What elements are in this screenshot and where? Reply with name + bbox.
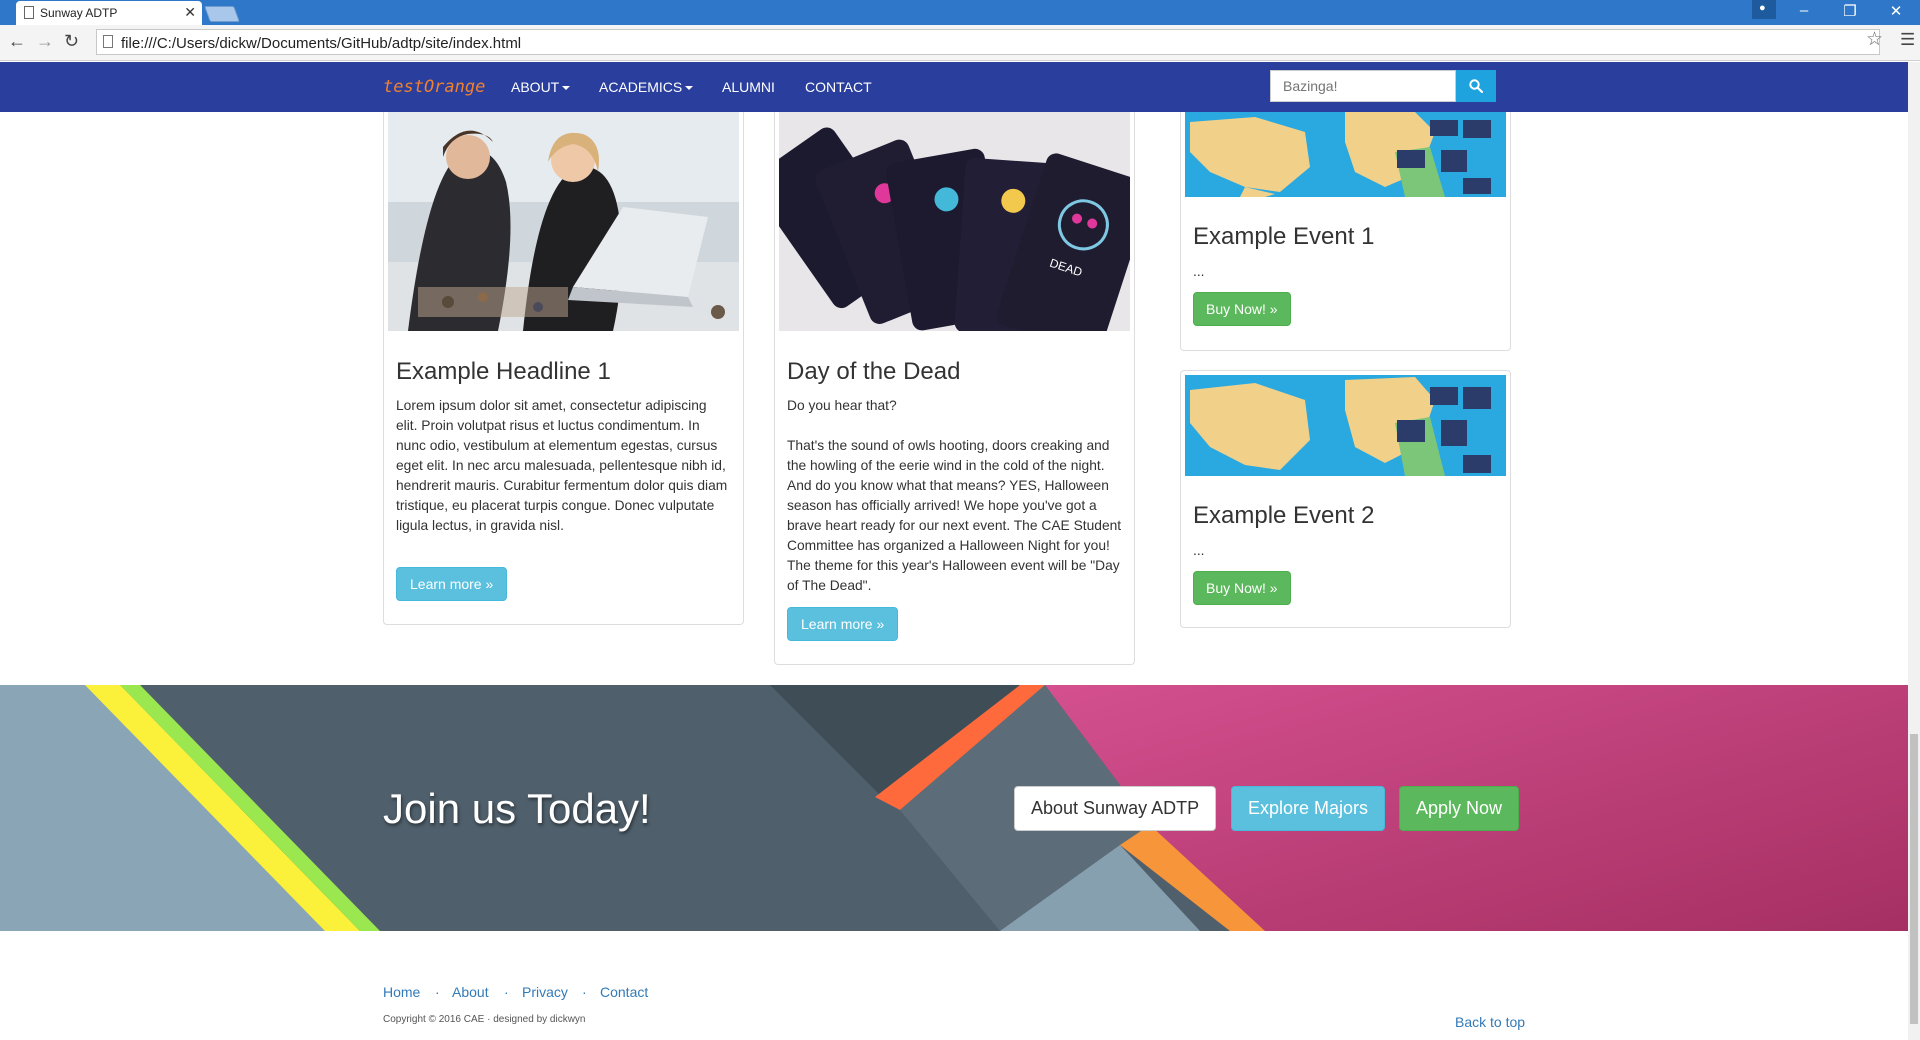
about-sunway-button[interactable]: About Sunway ADTP [1014, 786, 1217, 831]
event-card: Example Event 2 ... Buy Now! » [1180, 370, 1511, 628]
join-us-banner: Join us Today! About Sunway ADTP Explore… [0, 685, 1908, 931]
close-tab-icon[interactable]: ✕ [184, 4, 196, 21]
card-image-cards: DEAD [779, 112, 1130, 331]
copyright-text: Copyright © 2016 CAE · designed by dickw… [383, 1014, 586, 1025]
brand-logo[interactable]: testOrange [383, 77, 485, 97]
document-icon [24, 6, 34, 19]
forward-arrow-icon[interactable]: → [36, 31, 54, 52]
buy-now-button[interactable]: Buy Now! » [1193, 571, 1291, 605]
footer-link-contact[interactable]: Contact [600, 984, 648, 1000]
cta-title: Join us Today! [383, 785, 651, 832]
footer-separator: · [435, 984, 440, 1000]
event-map-image [1185, 375, 1506, 476]
nav-academics[interactable]: ACADEMICS [599, 79, 694, 95]
search-input[interactable] [1270, 70, 1456, 102]
browser-menu-icon[interactable]: ☰ [1900, 30, 1915, 50]
learn-more-button[interactable]: Learn more » [396, 567, 508, 601]
back-arrow-icon[interactable]: ← [8, 31, 26, 52]
new-tab-button[interactable] [204, 6, 240, 22]
search-button[interactable] [1456, 70, 1496, 102]
close-window-button[interactable]: ✕ [1873, 2, 1919, 20]
event-text: ... [1193, 264, 1205, 279]
restore-button[interactable]: ❐ [1827, 2, 1873, 20]
card-title: Example Headline 1 [396, 358, 611, 385]
event-text: ... [1193, 543, 1205, 558]
profile-button[interactable]: ● [1752, 0, 1776, 19]
reload-icon[interactable]: ↻ [64, 31, 79, 52]
browser-tab[interactable]: Sunway ADTP ✕ [16, 1, 202, 25]
back-to-top-link[interactable]: Back to top [1455, 1014, 1525, 1030]
caret-down-icon [685, 86, 694, 91]
minimize-button[interactable]: – [1781, 2, 1827, 19]
buy-now-button[interactable]: Buy Now! » [1193, 292, 1291, 326]
learn-more-button[interactable]: Learn more » [787, 607, 899, 641]
card-text: Lorem ipsum dolor sit amet, consectetur … [396, 398, 728, 533]
card-text: Do you hear that? That's the sound of ow… [787, 398, 1122, 593]
browser-titlebar: Sunway ADTP ✕ ● – ❐ ✕ [0, 0, 1920, 25]
footer-separator: · [504, 984, 509, 1000]
footer-link-privacy[interactable]: Privacy [522, 984, 568, 1000]
explore-majors-button[interactable]: Explore Majors [1231, 786, 1386, 831]
event-map-image [1185, 112, 1506, 197]
event-card: Example Event 1 ... Buy Now! » [1180, 112, 1511, 351]
footer-link-about[interactable]: About [452, 984, 489, 1000]
apply-now-button[interactable]: Apply Now [1399, 786, 1520, 831]
card-title: Day of the Dead [787, 358, 961, 385]
nav-about-label: ABOUT [511, 79, 560, 95]
card-image-meeting [388, 112, 739, 331]
bookmark-star-icon[interactable]: ☆ [1866, 28, 1883, 51]
nav-about[interactable]: ABOUT [511, 79, 571, 95]
scrollbar-thumb[interactable] [1910, 734, 1918, 1024]
footer-separator: · [582, 984, 587, 1000]
site-navbar: testOrange ABOUT ACADEMICS ALUMNI CONTAC… [0, 62, 1908, 112]
footer-link-home[interactable]: Home [383, 984, 420, 1000]
nav-alumni[interactable]: ALUMNI [722, 79, 775, 95]
address-bar[interactable]: file:///C:/Users/dickw/Documents/GitHub/… [96, 29, 1880, 55]
url-text: file:///C:/Users/dickw/Documents/GitHub/… [121, 35, 522, 52]
search-icon [1469, 79, 1483, 93]
browser-toolbar: ← → ↻ file:///C:/Users/dickw/Documents/G… [0, 25, 1920, 61]
banner-background [0, 685, 1908, 931]
page-scrollbar[interactable] [1908, 62, 1920, 1040]
user-icon: ● [1759, 2, 1766, 14]
tab-title: Sunway ADTP [40, 6, 118, 20]
nav-contact[interactable]: CONTACT [805, 79, 872, 95]
headline-card: Example Headline 1 Lorem ipsum dolor sit… [383, 112, 744, 625]
caret-down-icon [562, 86, 571, 91]
page-icon [103, 35, 113, 48]
event-title: Example Event 1 [1193, 223, 1375, 250]
day-of-the-dead-card: DEAD Day of the Dead Do you hear that? T… [774, 112, 1135, 665]
nav-academics-label: ACADEMICS [599, 79, 683, 95]
event-title: Example Event 2 [1193, 502, 1375, 529]
